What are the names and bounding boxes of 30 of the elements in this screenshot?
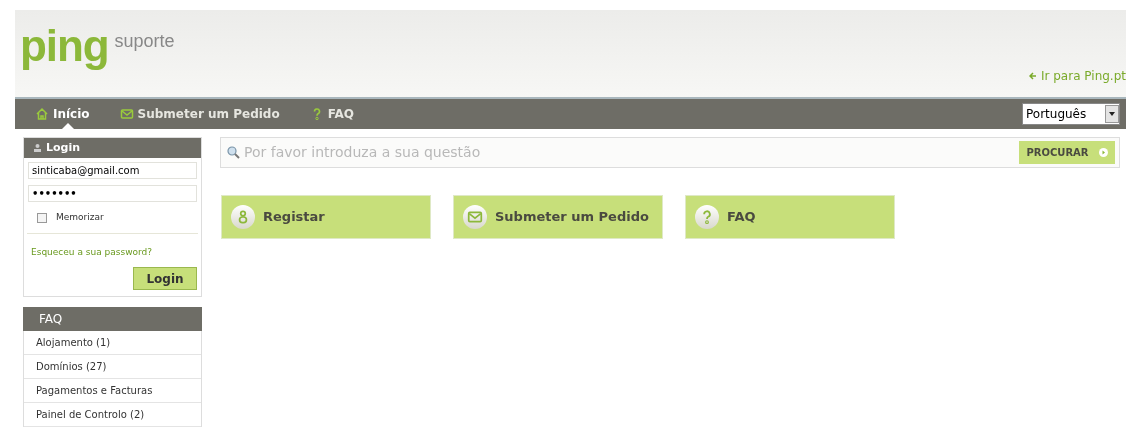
password-field[interactable]: ••••••• [28,185,197,202]
shortcut-tile[interactable]: Registar [221,195,431,239]
envelope-icon [467,209,483,225]
panel-title: FAQ [39,311,63,328]
play-icon [1098,148,1108,157]
faq-category-link[interactable]: Alojamento (1) [24,331,201,355]
language-select[interactable]: Português [1022,103,1120,125]
shortcut-tile[interactable]: Submeter um Pedido [453,195,663,239]
home-icon [35,107,49,121]
search-button[interactable]: PROCURAR [1019,141,1115,164]
nav-tab[interactable]: Início [35,99,90,129]
faq-category-link[interactable]: Pagamentos e Facturas [24,379,201,403]
remember-label: Memorizar [56,211,104,224]
remember-checkbox[interactable] [37,212,47,223]
arrow-left-icon [1028,72,1037,80]
email-field[interactable]: sinticaba@gmail.com [28,162,197,179]
search-bar[interactable]: Por favor introduza a sua questão PROCURAR [220,137,1120,168]
search-placeholder: Por favor introduza a sua questão [244,143,481,162]
envelope-icon [119,107,134,121]
faq-category-link[interactable]: Painel de Controlo (2) [24,403,201,427]
login-button[interactable]: Login [133,267,197,290]
nav-tab[interactable]: Submeter um Pedido [119,99,280,129]
user-icon [34,144,41,152]
logo-subtitle: suporte [114,30,175,53]
nav-tab[interactable]: FAQ [309,99,354,129]
shortcut-tile[interactable]: FAQ [685,195,895,239]
search-icon [227,146,240,159]
forgot-password-link[interactable]: Esqueceu a sua password? [24,233,201,259]
faq-category-link[interactable]: Domínios (27) [24,355,201,379]
panel-title: Login [46,139,81,156]
